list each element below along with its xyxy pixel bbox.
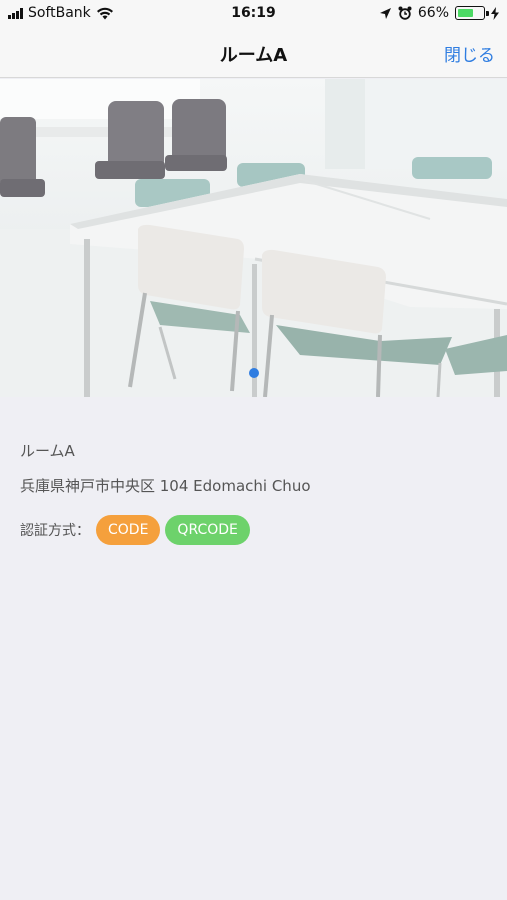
room-info: ルームA 兵庫県神戸市中央区 104 Edomachi Chuo 認証方式： C… bbox=[20, 440, 311, 545]
room-photo-image bbox=[0, 79, 507, 397]
status-bar: SoftBank 16:19 66% bbox=[0, 0, 507, 28]
location-arrow-icon bbox=[379, 7, 391, 19]
room-name: ルームA bbox=[20, 442, 75, 460]
room-address: 兵庫県神戸市中央区 104 Edomachi Chuo bbox=[20, 477, 311, 495]
status-right: 66% bbox=[379, 5, 499, 21]
auth-badge-qrcode: QRCODE bbox=[165, 515, 250, 545]
auth-methods-row: 認証方式： CODE QRCODE bbox=[20, 515, 255, 545]
room-photo[interactable] bbox=[0, 79, 507, 397]
carousel-page-indicator[interactable] bbox=[249, 368, 259, 378]
page-title: ルームA bbox=[219, 45, 288, 66]
battery-icon bbox=[455, 6, 489, 20]
battery-percent: 66% bbox=[417, 5, 449, 21]
auth-method-label: 認証方式： bbox=[20, 523, 90, 539]
battery-level bbox=[458, 9, 473, 17]
alarm-icon bbox=[398, 6, 412, 20]
charging-bolt-icon bbox=[491, 6, 499, 20]
auth-badge-code: CODE bbox=[96, 515, 161, 545]
navigation-bar: ルームA 閉じる bbox=[0, 28, 507, 78]
close-button[interactable]: 閉じる bbox=[444, 41, 495, 66]
